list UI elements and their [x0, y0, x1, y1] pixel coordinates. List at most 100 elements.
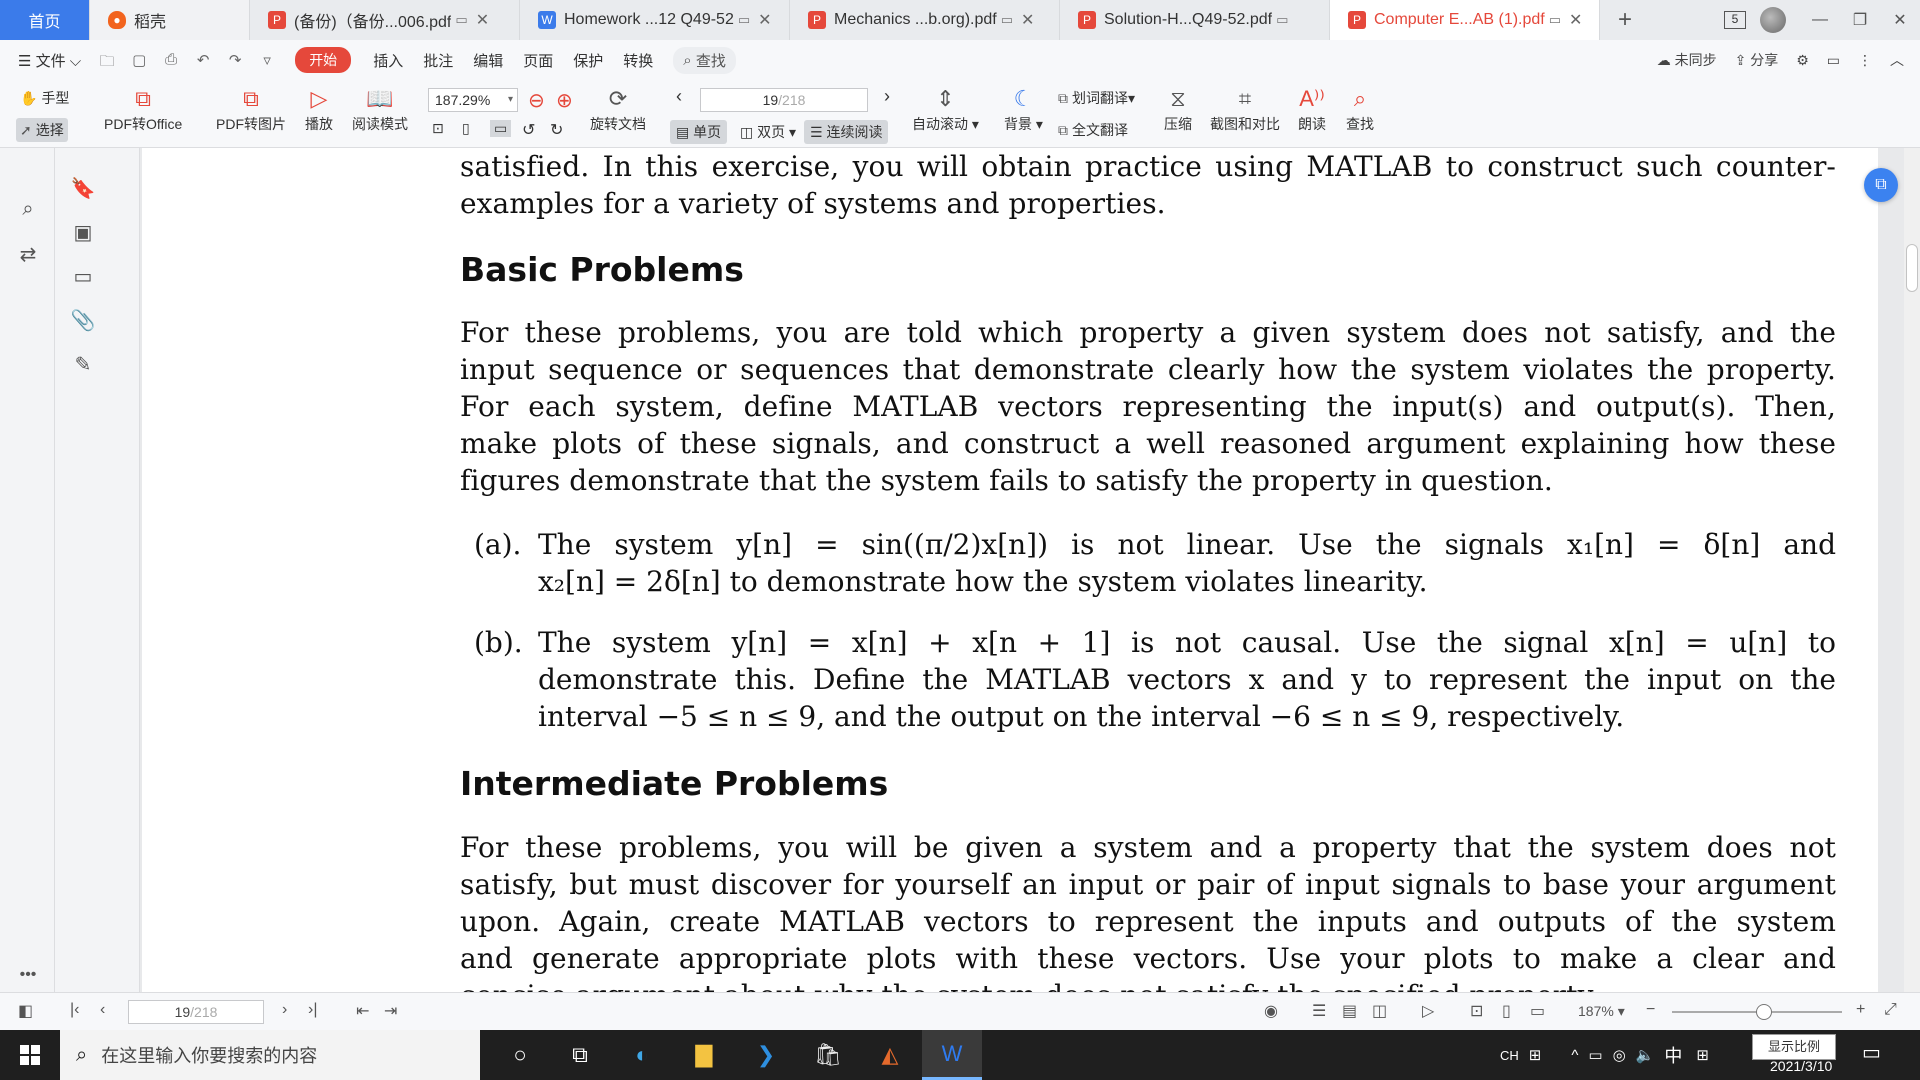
rotate-document-button[interactable]: ⟳ 旋转文档	[590, 84, 646, 134]
monitor-icon[interactable]: ▭	[1276, 12, 1288, 28]
back-icon[interactable]: ⇤	[356, 1001, 369, 1021]
vscode-icon[interactable]: ❯	[736, 1030, 796, 1080]
find-button[interactable]: ⌕ 查找	[1346, 84, 1374, 134]
tab-document[interactable]: P Solution-H...Q49-52.pdf ▭	[1060, 0, 1330, 40]
tab-document-active[interactable]: P Computer E...AB (1).pdf ▭ ✕	[1330, 0, 1600, 40]
tab-document[interactable]: W Homework ...12 Q49-52 ▭ ✕	[520, 0, 790, 40]
fullscreen-icon[interactable]: ⤢	[1884, 1001, 1897, 1019]
file-explorer-icon[interactable]: ▇	[674, 1030, 734, 1080]
pdf-to-office-button[interactable]: ⧉ PDF转Office	[104, 84, 182, 134]
zoom-slider-knob[interactable]	[1756, 1004, 1772, 1020]
more-icon[interactable]: ⋮	[1858, 52, 1872, 69]
menu-edit[interactable]: 编辑	[473, 50, 503, 71]
notification-icon[interactable]: ▭	[1862, 1040, 1881, 1065]
sidebar-toggle-icon[interactable]: ◧	[18, 1001, 33, 1021]
network-icon[interactable]: ◎	[1613, 1046, 1626, 1064]
restore-icon[interactable]: ❐	[1840, 10, 1880, 30]
document-viewport[interactable]: satisfied. In this exercise, you will ob…	[140, 148, 1904, 992]
ime-language[interactable]: 中	[1664, 1042, 1682, 1068]
read-aloud-button[interactable]: A⁾⁾ 朗读	[1298, 84, 1326, 134]
background-button[interactable]: ☾ 背景 ▾	[1004, 84, 1043, 134]
close-icon[interactable]: ✕	[758, 10, 771, 30]
print-icon[interactable]: ⎙	[161, 51, 181, 69]
vertical-scrollbar[interactable]	[1904, 148, 1920, 992]
tab-document[interactable]: P (备份)（备份...006.pdf ▭ ✕	[250, 0, 520, 40]
tab-daoke[interactable]: ● 稻壳	[90, 0, 250, 40]
word-translate-button[interactable]: ⧉ 划词翻译 ▾	[1058, 88, 1135, 108]
next-page-icon[interactable]: ›	[884, 86, 890, 107]
full-translate-button[interactable]: ⧉ 全文翻译	[1058, 120, 1128, 140]
zoom-out-icon[interactable]: ⊖	[528, 88, 545, 113]
monitor-icon[interactable]: ▭	[738, 12, 750, 28]
eye-protect-icon[interactable]: ◉	[1264, 1001, 1278, 1021]
scrollbar-thumb[interactable]	[1906, 244, 1918, 292]
single-page-button[interactable]: ▤ 单页	[670, 120, 728, 144]
continuous-read-button[interactable]: ☰ 连续阅读	[804, 120, 889, 144]
tray-expand-icon[interactable]: ^	[1571, 1047, 1578, 1064]
play-mode-icon[interactable]: ▷	[1422, 1001, 1434, 1021]
monitor-icon[interactable]: ▭	[1549, 12, 1561, 28]
translate-rail-icon[interactable]: ⇄	[14, 242, 42, 267]
start-tab[interactable]: 开始	[295, 47, 352, 73]
new-tab-button[interactable]: +	[1600, 0, 1650, 40]
cortana-icon[interactable]: ○	[490, 1030, 550, 1080]
pdf-to-image-button[interactable]: ⧉ PDF转图片	[216, 84, 286, 134]
windows-start-button[interactable]	[0, 1030, 60, 1080]
attachment-icon[interactable]: 📎	[69, 308, 97, 333]
battery-icon[interactable]: ▭	[1588, 1046, 1602, 1064]
edge-browser-icon[interactable]: ◐	[612, 1030, 672, 1080]
fit-page-icon[interactable]: ▯	[1502, 1001, 1511, 1021]
prev-page-icon[interactable]: ‹	[676, 86, 682, 107]
comment-icon[interactable]: ▭	[69, 264, 97, 289]
save-icon[interactable]: ▢	[129, 51, 149, 69]
prev-page-icon[interactable]: ‹	[100, 1001, 105, 1019]
signature-icon[interactable]: ✎	[69, 352, 97, 377]
close-icon[interactable]: ✕	[1021, 10, 1034, 30]
auto-scroll-button[interactable]: ⇕ 自动滚动 ▾	[912, 84, 979, 134]
monitor-icon[interactable]: ▭	[1001, 12, 1013, 28]
double-mode-icon[interactable]: ◫	[1372, 1001, 1387, 1021]
fit-width-icon[interactable]: ▭	[1530, 1001, 1545, 1021]
sync-status[interactable]: ☁ 未同步	[1657, 50, 1717, 70]
zoom-select[interactable]: 187.29% ▾	[428, 88, 518, 112]
status-zoom-select[interactable]: 187% ▾	[1578, 1003, 1625, 1020]
search-doc-icon[interactable]: ⌕	[14, 198, 42, 221]
screenshot-compare-button[interactable]: ⌗ 截图和对比	[1210, 84, 1280, 134]
close-icon[interactable]: ✕	[476, 10, 489, 30]
share-button[interactable]: ⇪ 分享	[1735, 50, 1779, 70]
task-view-icon[interactable]: ⧉	[550, 1030, 610, 1080]
volume-icon[interactable]: 🔈	[1636, 1046, 1655, 1064]
status-page-input[interactable]: 19/218	[128, 1000, 264, 1024]
zoom-in-icon[interactable]: ⊕	[556, 88, 573, 113]
actual-size-icon[interactable]: ⊡	[432, 120, 444, 137]
select-tool[interactable]: ➚ 选择	[16, 118, 68, 142]
compress-button[interactable]: ⧖ 压缩	[1164, 84, 1192, 134]
double-page-button[interactable]: ◫ 双页 ▾	[734, 120, 802, 144]
menu-annotate[interactable]: 批注	[423, 50, 453, 71]
menu-insert[interactable]: 插入	[373, 50, 403, 71]
undo-icon[interactable]: ↶	[193, 51, 213, 69]
rotate-right-icon[interactable]: ↻	[550, 120, 563, 140]
next-page-icon[interactable]: ›	[282, 1001, 287, 1019]
page-number-input[interactable]: 19/218	[700, 88, 868, 112]
read-mode-button[interactable]: 📖 阅读模式	[352, 84, 408, 134]
store-icon[interactable]: 🛍	[798, 1030, 858, 1080]
ime-mode-icon[interactable]: CH	[1500, 1048, 1519, 1063]
fit-page-icon[interactable]: ▯	[462, 120, 470, 137]
tab-home[interactable]: 首页	[0, 0, 90, 40]
forward-icon[interactable]: ⇥	[384, 1001, 397, 1021]
minimize-icon[interactable]: —	[1800, 11, 1840, 29]
play-button[interactable]: ▷ 播放	[305, 84, 333, 134]
close-window-icon[interactable]: ✕	[1880, 10, 1920, 30]
menu-page[interactable]: 页面	[523, 50, 553, 71]
taskbar-search[interactable]: ⌕ 在这里输入你要搜索的内容	[60, 1030, 480, 1080]
bookmark-icon[interactable]: 🔖	[69, 176, 97, 201]
open-folder-icon[interactable]: 🗀	[97, 51, 117, 70]
zoom-in-icon[interactable]: +	[1856, 1001, 1865, 1019]
close-icon[interactable]: ✕	[1569, 10, 1582, 30]
menu-protect[interactable]: 保护	[573, 50, 603, 71]
floating-assistant-icon[interactable]: ⧉	[1864, 168, 1898, 202]
settings-icon[interactable]: ⚙	[1796, 52, 1809, 69]
zoom-out-icon[interactable]: −	[1646, 1001, 1655, 1019]
zoom-slider[interactable]	[1672, 1004, 1842, 1020]
